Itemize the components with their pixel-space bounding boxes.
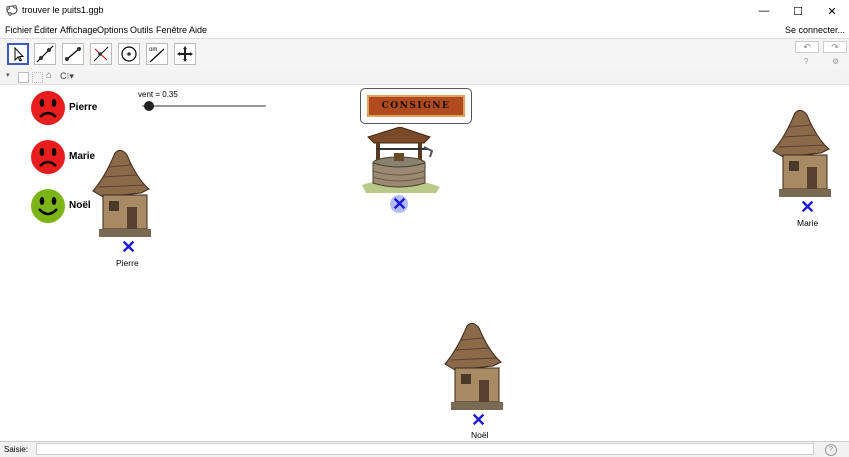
line-icon — [36, 45, 54, 63]
noel-happy-face-icon — [31, 189, 65, 223]
move-graphics-view-icon — [177, 46, 193, 62]
segment-icon — [65, 47, 81, 61]
home-icon[interactable]: ⌂ — [46, 70, 52, 81]
cursor-arrow-icon — [14, 46, 25, 62]
graphics-view[interactable]: Pierre Marie Noël vent = 0.35 CONSIGNE ✕ — [0, 85, 849, 441]
axes-toggle-icon[interactable] — [18, 72, 29, 83]
wind-slider-label: vent = 0.35 — [138, 90, 178, 99]
point-capture-caption: C — [60, 71, 67, 81]
noel-house-point[interactable]: ✕ — [471, 411, 486, 429]
input-help-icon[interactable]: ? — [825, 444, 837, 456]
marie-sad-face-icon — [31, 140, 65, 174]
point-capture-dropdown[interactable]: C⁝▾ — [60, 71, 74, 82]
well-image — [362, 127, 440, 193]
move-tool-button[interactable] — [7, 43, 29, 65]
noel-house-image — [444, 322, 503, 410]
slider-icon: om — [149, 47, 165, 63]
circle-center-icon — [121, 46, 137, 62]
menu-aide[interactable]: Aide — [189, 25, 207, 35]
input-field[interactable] — [36, 443, 814, 455]
well-point-marker: ✕ — [392, 194, 408, 214]
pierre-house-point[interactable]: ✕ — [121, 238, 136, 256]
consigne-button[interactable]: CONSIGNE — [360, 88, 472, 124]
menu-affichage[interactable]: Affichage — [60, 25, 97, 35]
minimize-button[interactable]: — — [747, 0, 781, 22]
line-tool-button[interactable] — [34, 43, 56, 65]
pierre-sad-face-icon — [31, 91, 65, 125]
marie-house-point[interactable]: ✕ — [800, 198, 815, 216]
menu-fenetre[interactable]: Fenêtre — [156, 25, 187, 35]
perpendicular-line-icon — [93, 46, 109, 62]
help-icon[interactable]: ? — [804, 57, 808, 66]
menu-outils[interactable]: Outils — [130, 25, 153, 35]
redo-button[interactable]: ↷ — [823, 41, 847, 53]
pierre-house-label: Pierre — [116, 258, 139, 268]
undo-button[interactable]: ↶ — [795, 41, 819, 53]
collapse-arrow-icon[interactable]: ▾ — [6, 71, 10, 79]
geogebra-app-icon — [6, 5, 18, 16]
perpendicular-tool-button[interactable] — [90, 43, 112, 65]
input-bar: Saisie: ? — [0, 441, 849, 457]
input-label: Saisie: — [4, 445, 29, 454]
marie-house-image — [772, 109, 831, 197]
noel-house-label: Noël — [471, 430, 489, 440]
menu-editer[interactable]: Éditer — [34, 25, 58, 35]
menu-fichier[interactable]: Fichier — [5, 25, 32, 35]
wind-slider-track[interactable] — [142, 105, 266, 107]
menu-options[interactable]: Options — [97, 25, 128, 35]
slider-tool-caption: om — [149, 47, 157, 53]
circle-tool-button[interactable] — [118, 43, 140, 65]
close-button[interactable]: ✕ — [815, 0, 849, 22]
slider-tool-button[interactable]: om — [146, 43, 168, 65]
title-bar: trouver le puits1.ggb — ☐ ✕ — [0, 0, 849, 22]
pierre-house-image — [92, 149, 151, 237]
marie-house-label: Marie — [797, 218, 819, 228]
wind-slider-knob[interactable] — [144, 101, 155, 111]
sign-in-link[interactable]: Se connecter... — [785, 25, 845, 35]
menu-bar: Fichier Éditer Affichage Options Outils … — [0, 22, 849, 38]
move-view-tool-button[interactable] — [174, 43, 196, 65]
segment-tool-button[interactable] — [62, 43, 84, 65]
gear-icon[interactable]: ⚙ — [832, 57, 839, 66]
undo-icon: ↶ — [803, 42, 811, 52]
redo-icon: ↷ — [831, 42, 839, 52]
maximize-button[interactable]: ☐ — [781, 0, 815, 22]
pierre-name: Pierre — [69, 102, 98, 113]
grid-toggle-icon[interactable] — [32, 72, 43, 83]
consigne-label: CONSIGNE — [367, 95, 465, 117]
toolbar: om ↶ ↷ ? ⚙ — [0, 38, 849, 71]
window-title: trouver le puits1.ggb — [22, 5, 104, 15]
style-bar: ▾ ⌂ C⁝▾ — [0, 70, 849, 85]
